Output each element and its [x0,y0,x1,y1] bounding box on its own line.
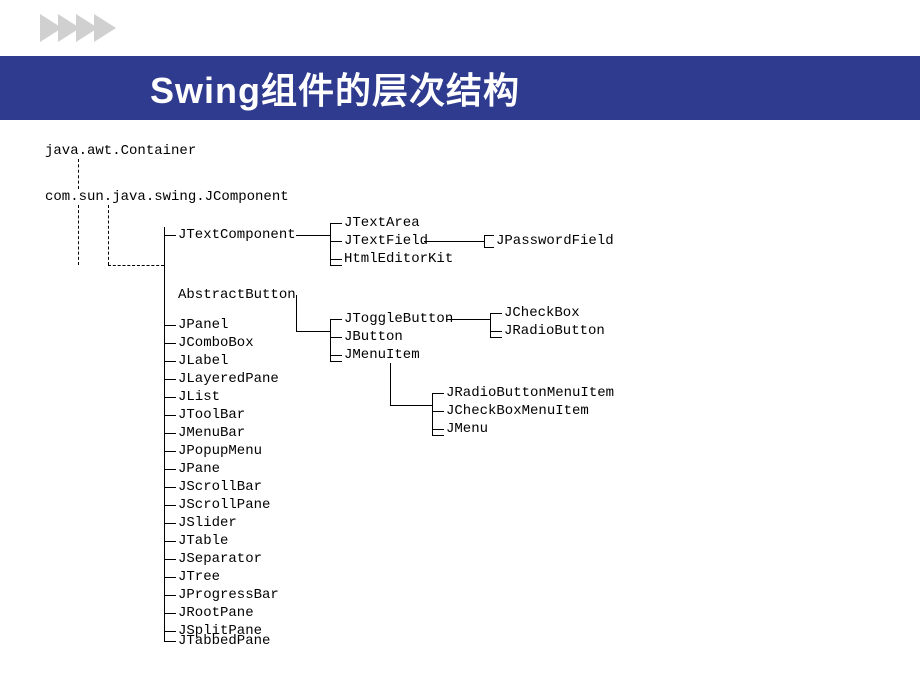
connector [390,405,432,406]
node-jpane: JPane [178,461,220,477]
connector [164,451,176,452]
connector [484,235,485,247]
node-jcombobox: JComboBox [178,335,254,351]
node-jtoolbar: JToolBar [178,407,245,423]
connector [78,159,79,189]
connector [390,363,391,405]
node-jseparator: JSeparator [178,551,262,567]
node-jbutton: JButton [344,329,403,345]
node-jslider: JSlider [178,515,237,531]
connector [490,337,502,338]
node-jtree: JTree [178,569,220,585]
connector [484,247,494,248]
slide: Swing组件的层次结构 java.awt.Container com.sun.… [0,0,920,690]
node-jmenuitem: JMenuItem [344,347,420,363]
title-bar: Swing组件的层次结构 [0,56,920,120]
connector [164,641,176,642]
connector [330,241,342,242]
connector [108,265,164,266]
connector [296,235,330,236]
node-jpasswordfield: JPasswordField [496,233,614,249]
node-jpopupmenu: JPopupMenu [178,443,262,459]
connector [164,433,176,434]
connector [164,631,176,632]
node-jtextarea: JTextArea [344,215,420,231]
connector [164,613,176,614]
connector [108,205,109,265]
connector [164,343,176,344]
node-jscrollpane: JScrollPane [178,497,270,513]
node-jradiobuttonmenuitem: JRadioButtonMenuItem [446,385,614,401]
connector [484,235,494,236]
connector [330,361,342,362]
connector [164,577,176,578]
connector [164,469,176,470]
connector [490,331,502,332]
node-abstractbutton: AbstractButton [178,287,296,303]
connector [164,379,176,380]
connector [164,361,176,362]
connector [164,397,176,398]
connector [296,331,330,332]
node-jcheckbox: JCheckBox [504,305,580,321]
connector [432,435,444,436]
connector [164,235,176,236]
connector [446,319,490,320]
connector [330,223,342,224]
connector [490,313,502,314]
connector [490,313,491,337]
node-container: java.awt.Container [45,143,196,159]
node-jmenu: JMenu [446,421,488,437]
node-jtextcomponent: JTextComponent [178,227,296,243]
node-jcomponent: com.sun.java.swing.JComponent [45,189,289,205]
node-jlabel: JLabel [178,353,228,369]
node-jlist: JList [178,389,220,405]
connector [78,205,79,265]
connector [330,337,342,338]
node-jtabbedpane: JTabbedPane [178,633,270,649]
connector [330,355,342,356]
connector [432,429,444,430]
node-jscrollbar: JScrollBar [178,479,262,495]
connector [164,505,176,506]
connector [164,541,176,542]
connector [164,487,176,488]
connector [164,559,176,560]
arrow-icon [94,14,116,42]
node-jtextfield: JTextField [344,233,428,249]
node-jmenubar: JMenuBar [178,425,245,441]
node-jlayeredpane: JLayeredPane [178,371,279,387]
connector [330,319,342,320]
node-jpanel: JPanel [178,317,228,333]
node-jrootpane: JRootPane [178,605,254,621]
node-jprogressbar: JProgressBar [178,587,279,603]
connector [432,393,444,394]
connector [330,259,342,260]
connector [330,265,342,266]
slide-title: Swing组件的层次结构 [150,62,520,114]
node-jtable: JTable [178,533,228,549]
node-htmleditorkit: HtmlEditorKit [344,251,453,267]
decorative-arrows [40,14,112,42]
connector [164,523,176,524]
connector [164,325,176,326]
node-jradiobutton: JRadioButton [504,323,605,339]
connector [164,595,176,596]
node-jcheckboxmenuitem: JCheckBoxMenuItem [446,403,589,419]
connector [164,415,176,416]
node-jtogglebutton: JToggleButton [344,311,453,327]
connector [164,227,165,641]
connector [424,241,484,242]
connector [432,411,444,412]
connector [296,295,297,331]
